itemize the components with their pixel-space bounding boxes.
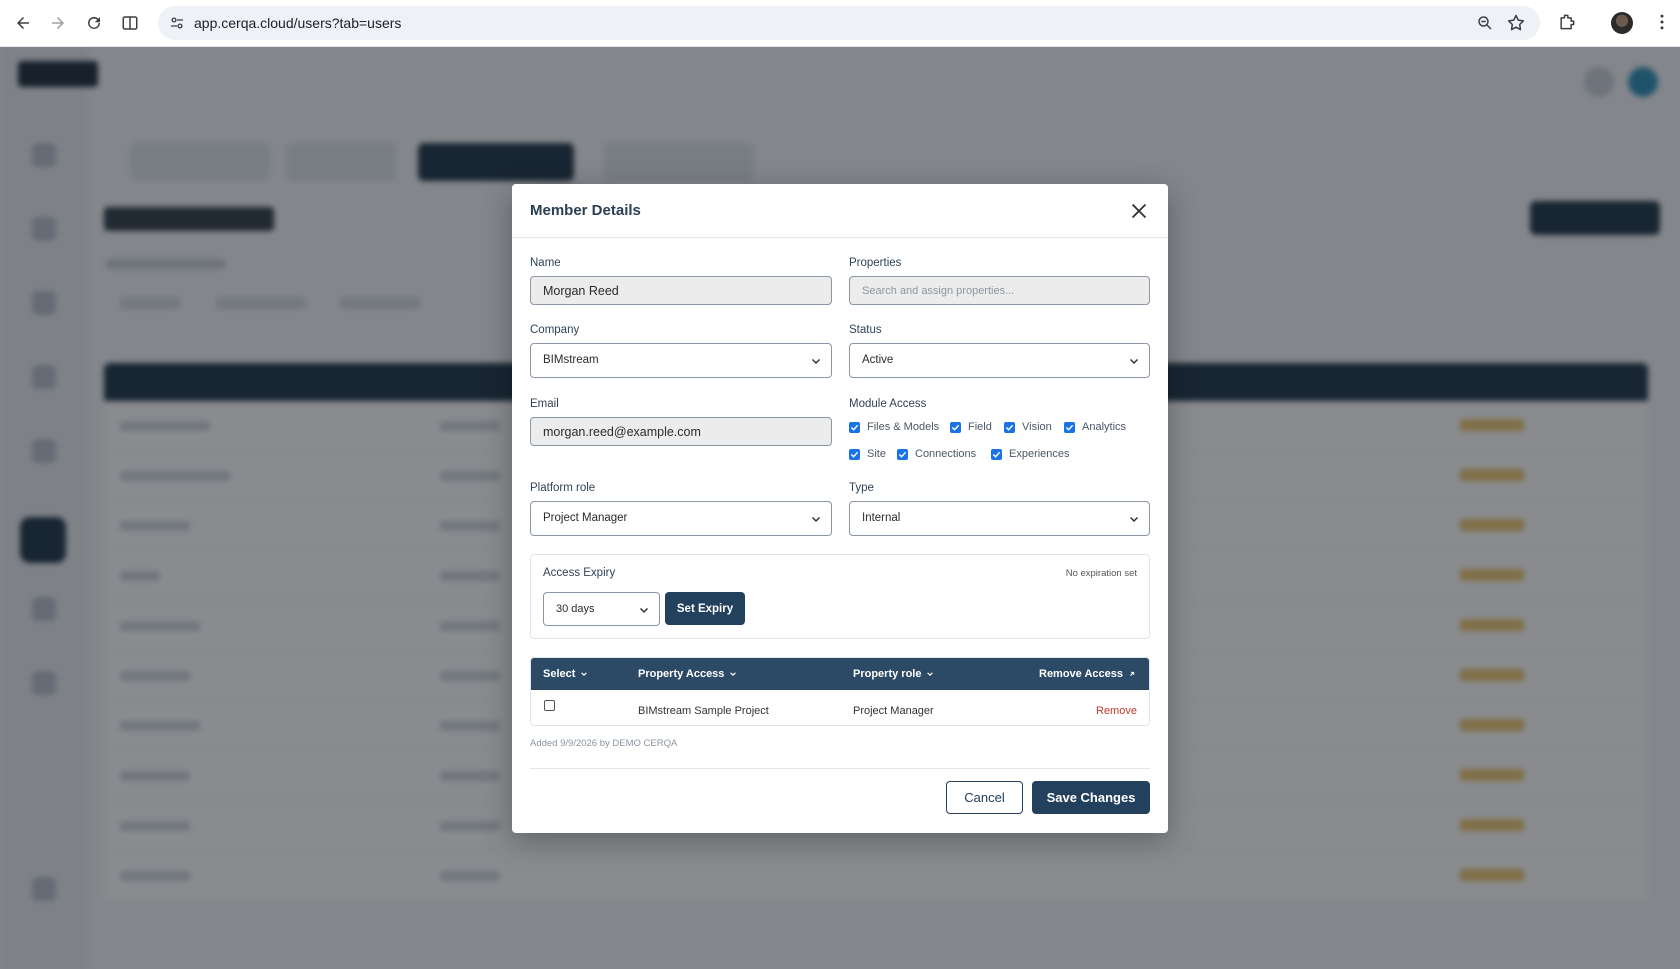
zoom-icon[interactable]	[1476, 14, 1494, 37]
status-select[interactable]: Active	[849, 343, 1150, 378]
extensions-icon[interactable]	[1557, 12, 1577, 37]
cancel-button[interactable]: Cancel	[946, 781, 1023, 814]
checkbox-checked[interactable]	[1004, 421, 1015, 433]
checkbox-checked[interactable]	[1064, 421, 1075, 433]
forward-icon[interactable]	[47, 12, 69, 34]
table-header: Select Property Access Property role Rem…	[531, 658, 1149, 690]
save-changes-button[interactable]: Save Changes	[1032, 781, 1150, 814]
property-role-cell: Project Manager	[853, 705, 934, 717]
chevron-down-icon	[1129, 516, 1139, 523]
module-checkbox-analytics[interactable]: Analytics	[1064, 421, 1126, 433]
close-icon[interactable]	[1128, 200, 1150, 222]
status-value: Active	[862, 354, 894, 366]
chevron-down-icon	[730, 672, 737, 677]
chevron-down-icon	[927, 672, 934, 677]
set-expiry-button[interactable]: Set Expiry	[665, 592, 745, 625]
remove-access-column-header[interactable]: Remove Access	[1039, 668, 1136, 680]
profile-avatar[interactable]	[1611, 12, 1633, 34]
name-label: Name	[530, 257, 561, 269]
module-checkbox-field[interactable]: Field	[950, 421, 992, 433]
platform-role-label: Platform role	[530, 482, 596, 494]
browser-toolbar: app.cerqa.cloud/users?tab=users	[0, 0, 1680, 47]
chevron-down-icon	[639, 607, 649, 614]
company-value: BIMstream	[543, 354, 599, 366]
property-access-column-header[interactable]: Property Access	[638, 668, 737, 680]
checkbox-checked[interactable]	[897, 448, 908, 460]
properties-label: Properties	[849, 257, 902, 269]
module-label: Site	[867, 448, 886, 460]
footer-divider	[530, 768, 1150, 769]
checkbox-checked[interactable]	[849, 448, 860, 460]
platform-role-select[interactable]: Project Manager	[530, 501, 832, 536]
email-label: Email	[530, 398, 559, 410]
site-settings-icon[interactable]	[168, 14, 186, 37]
split-view-icon[interactable]	[119, 12, 141, 34]
browser-menu-icon[interactable]	[1652, 12, 1672, 37]
remove-access-link[interactable]: Remove	[1096, 705, 1137, 717]
module-checkbox-connections[interactable]: Connections	[897, 448, 976, 460]
module-checkbox-vision[interactable]: Vision	[1004, 421, 1052, 433]
company-select[interactable]: BIMstream	[530, 343, 832, 378]
type-select[interactable]: Internal	[849, 501, 1150, 536]
expiry-status-text: No expiration set	[1065, 568, 1137, 579]
address-bar[interactable]: app.cerqa.cloud/users?tab=users	[158, 6, 1540, 40]
platform-role-value: Project Manager	[543, 512, 628, 524]
property-role-column-header[interactable]: Property role	[853, 668, 934, 680]
checkbox-checked[interactable]	[950, 421, 961, 433]
bookmark-star-icon[interactable]	[1506, 13, 1526, 38]
member-details-modal: Member Details Name Morgan Reed Properti…	[512, 184, 1168, 833]
properties-search-input[interactable]: Search and assign properties...	[849, 276, 1150, 305]
back-icon[interactable]	[12, 12, 34, 34]
access-expiry-panel: Access Expiry No expiration set 30 days …	[530, 554, 1150, 639]
company-label: Company	[530, 324, 580, 336]
chevron-down-icon	[581, 672, 588, 677]
module-label: Connections	[915, 448, 977, 460]
module-label: Vision	[1022, 421, 1052, 433]
module-label: Files & Models	[867, 421, 940, 433]
module-checkbox-site[interactable]: Site	[849, 448, 886, 460]
modal-header: Member Details	[512, 184, 1168, 238]
modal-title: Member Details	[530, 202, 641, 219]
type-value: Internal	[862, 512, 901, 524]
module-checkbox-files-models[interactable]: Files & Models	[849, 421, 939, 433]
module-access-label: Module Access	[849, 398, 927, 410]
reload-icon[interactable]	[83, 12, 105, 34]
url-text[interactable]: app.cerqa.cloud/users?tab=users	[194, 15, 401, 31]
status-label: Status	[849, 324, 882, 336]
checkbox-checked[interactable]	[849, 421, 860, 433]
expiry-duration-select[interactable]: 30 days	[543, 592, 660, 626]
chevron-down-icon	[811, 516, 821, 523]
email-field[interactable]: morgan.reed@example.com	[530, 417, 832, 446]
module-label: Experiences	[1009, 448, 1070, 460]
chevron-down-icon	[1129, 358, 1139, 365]
sort-arrow-icon	[1129, 671, 1135, 676]
select-column-header[interactable]: Select	[543, 668, 588, 680]
chevron-down-icon	[811, 358, 821, 365]
row-select-checkbox[interactable]	[544, 700, 555, 711]
expiry-duration-value: 30 days	[556, 603, 595, 615]
access-expiry-label: Access Expiry	[543, 567, 616, 579]
checkbox-checked[interactable]	[991, 448, 1002, 460]
module-label: Field	[968, 421, 992, 433]
type-label: Type	[849, 482, 874, 494]
property-name-cell: BIMstream Sample Project	[638, 705, 769, 717]
module-checkbox-experiences[interactable]: Experiences	[991, 448, 1070, 460]
added-by-note: Added 9/9/2026 by DEMO CERQA	[530, 738, 678, 749]
name-field[interactable]: Morgan Reed	[530, 276, 832, 305]
property-access-table: Select Property Access Property role Rem…	[530, 657, 1150, 726]
module-label: Analytics	[1082, 421, 1127, 433]
